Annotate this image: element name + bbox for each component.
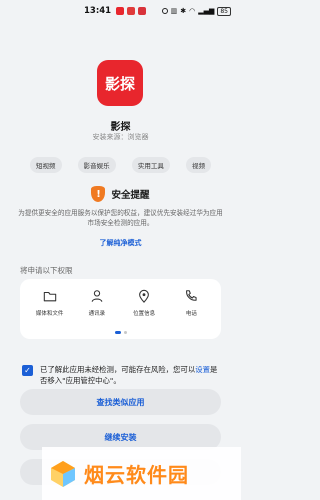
acknowledge-checkbox[interactable]: ✓ [22,365,33,376]
battery-icon: 85 [217,6,231,16]
category-tags: 短视频 影音娱乐 实用工具 视频 [30,157,211,173]
bluetooth-icon: ✱ [180,7,187,15]
page-indicator [20,331,221,334]
security-header: ! 安全提醒 [0,186,241,202]
security-title: 安全提醒 [111,190,150,201]
risk-acknowledgement: ✓ 已了解此应用未经检测，可能存在风险，您可以设置是否移入"应用管控中心"。 [22,364,222,386]
acknowledge-text: 已了解此应用未经检测，可能存在风险，您可以设置是否移入"应用管控中心"。 [40,364,222,386]
settings-link[interactable]: 设置 [195,365,210,374]
app-name: 影探 [110,122,131,133]
status-time: 13:41 [84,6,112,16]
permission-item-contacts: 通讯录 [77,289,117,317]
status-bar: 13:41 ▥ ✱ ◠ ▂▄▆ 85 [0,0,241,22]
tag: 短视频 [30,157,62,173]
permission-item-media: 媒体和文件 [30,289,70,317]
notification-app-icon [127,7,136,15]
pure-mode-link[interactable]: 了解纯净模式 [0,238,241,248]
location-status-icon [161,8,168,14]
notification-app-icon [138,7,147,15]
notification-app-icon [116,7,125,15]
watermark-logo-icon [51,460,75,487]
permission-label: 媒体和文件 [35,311,64,317]
permission-item-phone: 电话 [171,289,211,317]
folder-icon [43,291,56,302]
tag: 视频 [185,157,211,173]
contacts-icon [91,290,103,302]
install-source: 安装来源：浏览器 [92,133,149,141]
permissions-card[interactable]: 媒体和文件 通讯录 位置信息 电话 [20,279,221,339]
shield-warning-icon: ! [91,186,106,202]
permission-item-location: 位置信息 [124,289,164,317]
app-icon: 影探 [97,60,143,106]
acknowledge-text-before: 已了解此应用未经检测，可能存在风险，您可以 [40,365,196,374]
status-icons: ▥ ✱ ◠ ▂▄▆ 85 [161,6,231,16]
watermark: 烟云软件园 [42,447,241,500]
permissions-title: 将申请以下权限 [20,266,73,275]
vibrate-icon: ▥ [170,7,178,15]
permission-label: 电话 [185,311,197,317]
permission-label: 通讯录 [88,311,106,317]
wifi-icon: ◠ [189,7,196,15]
security-description: 为提供更安全的应用服务以保护您的权益，建议优先安装经过华为应用市场安全检测的应用… [18,209,223,227]
page-dot-active [114,331,121,334]
permission-label: 位置信息 [133,311,156,317]
phone-icon [186,290,197,301]
watermark-text: 烟云软件园 [84,463,189,487]
signal-icon: ▂▄▆ [198,7,215,15]
find-similar-apps-button[interactable]: 查找类似应用 [20,389,221,415]
tag: 实用工具 [131,157,170,173]
tag: 影音娱乐 [77,157,116,173]
location-icon [139,289,150,303]
page-dot [123,331,127,334]
